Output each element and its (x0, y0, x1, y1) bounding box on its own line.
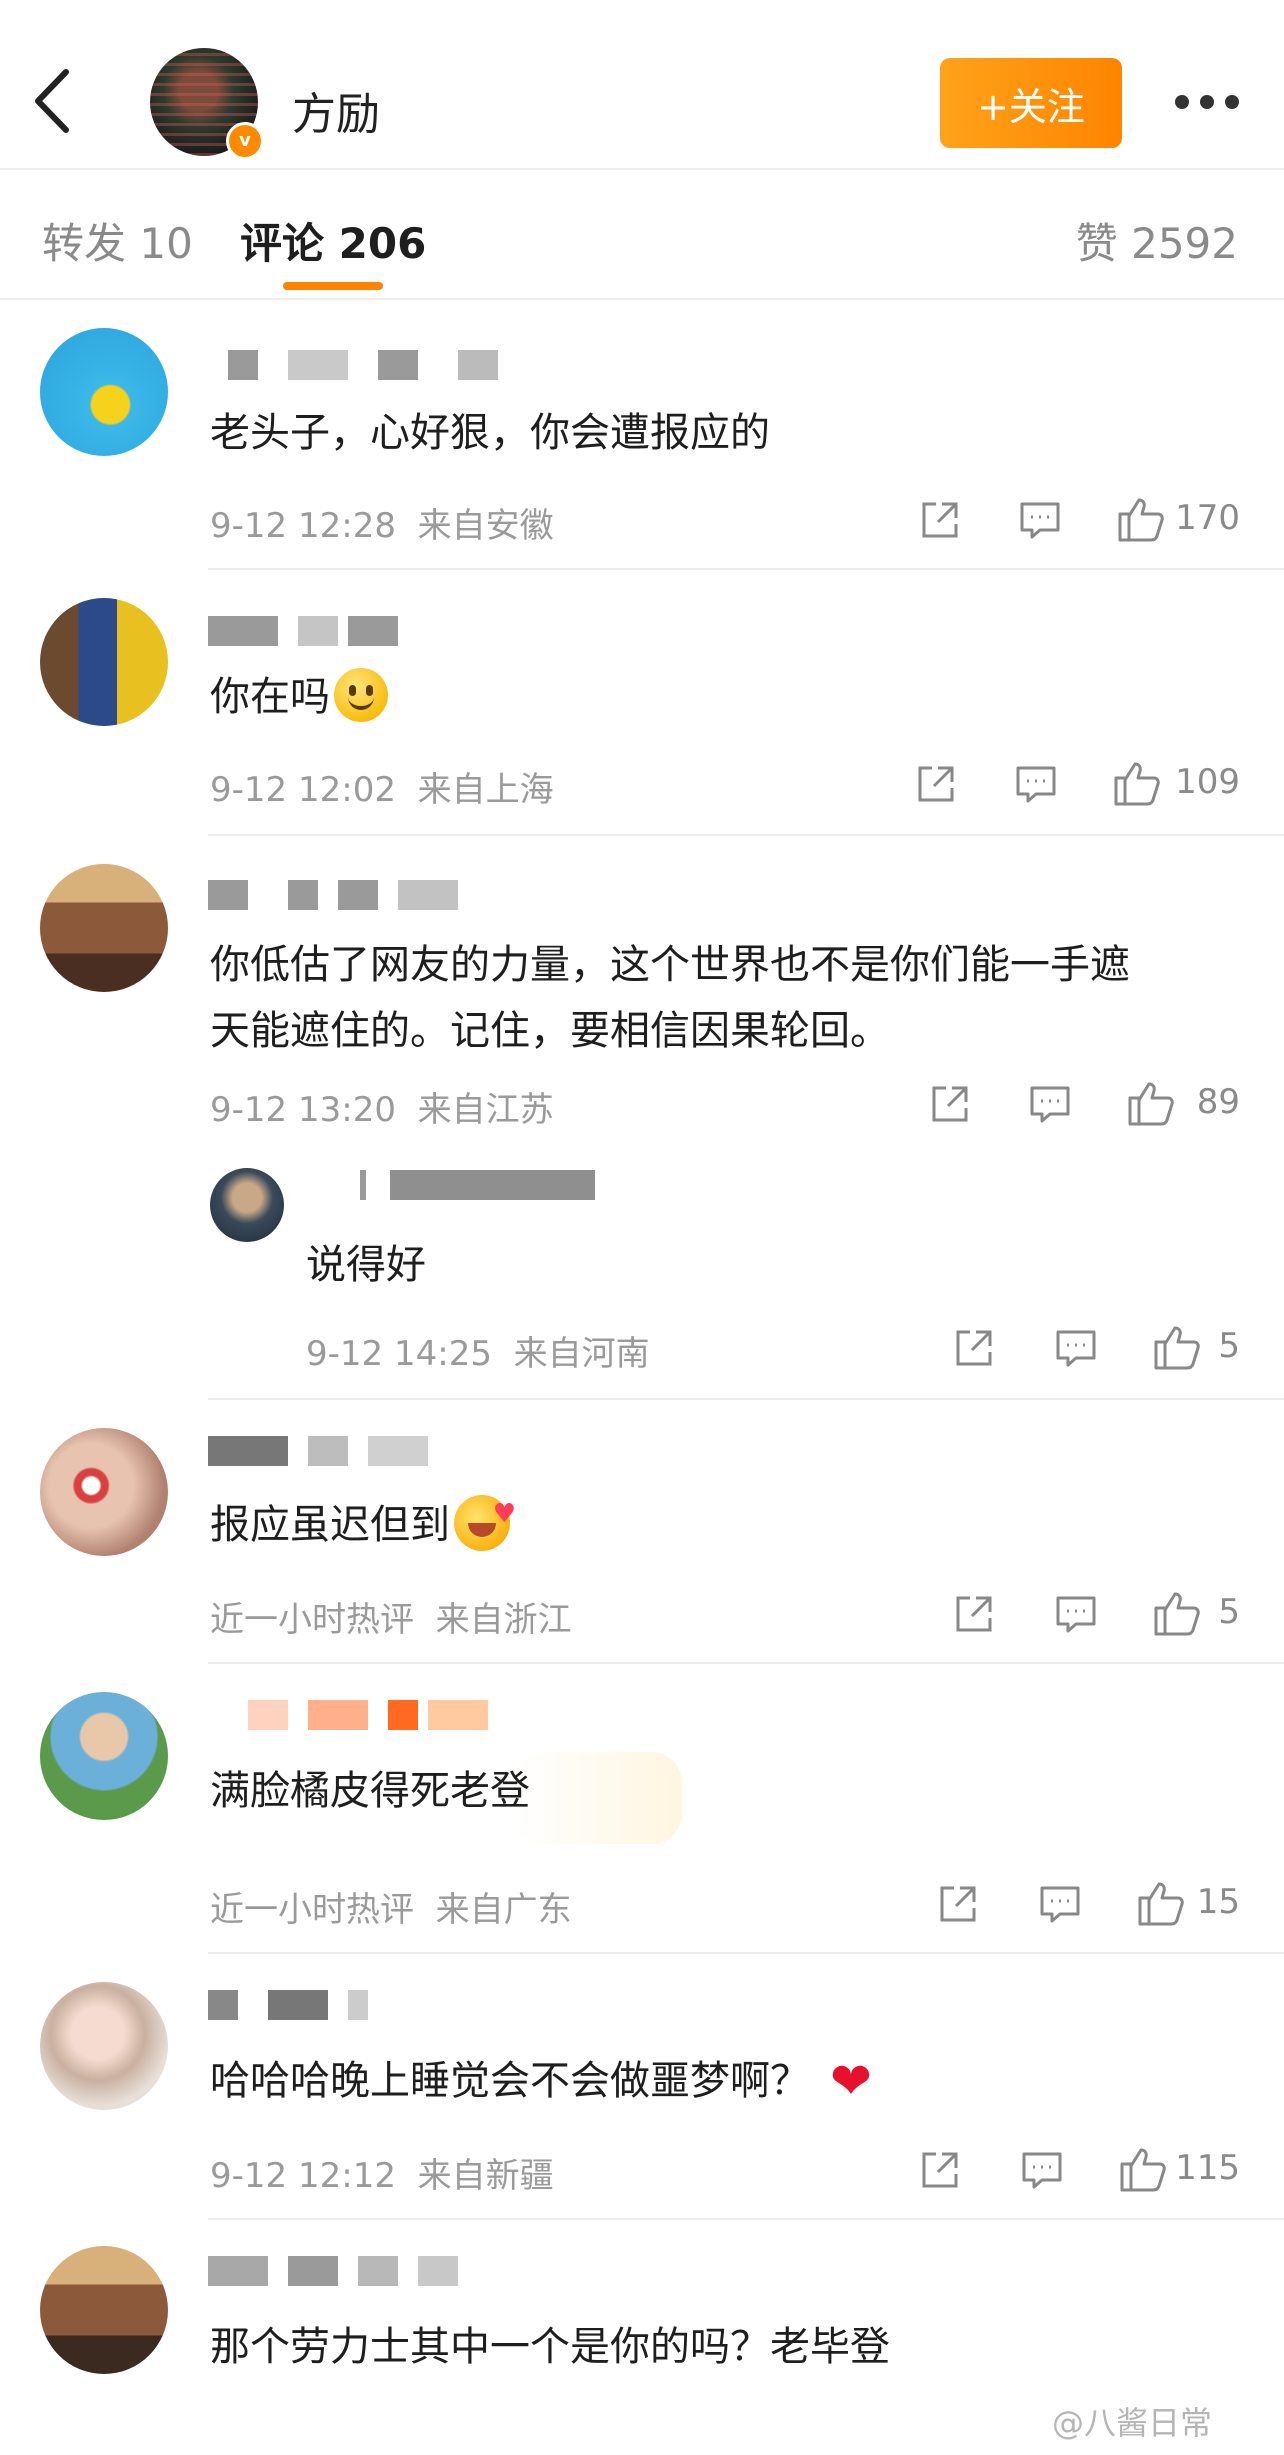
active-tab-indicator (283, 282, 383, 290)
commenter-avatar[interactable] (40, 1982, 168, 2110)
share-icon[interactable] (936, 1882, 980, 1926)
tab-like[interactable]: 赞 2592 (1076, 210, 1238, 271)
heart-emoji-icon: ❤ (830, 2052, 872, 2110)
comment-text: 满脸橘皮得死老登 (210, 1768, 530, 1814)
share-icon[interactable] (918, 2148, 962, 2192)
share-icon[interactable] (952, 1592, 996, 1636)
tab-comment[interactable]: 评论 206 (240, 210, 426, 271)
share-icon[interactable] (914, 762, 958, 806)
commenter-avatar[interactable] (40, 328, 168, 456)
comment-text: 你在吗 (210, 664, 388, 730)
username-mosaic (208, 1990, 398, 2020)
commenter-avatar[interactable] (40, 598, 168, 726)
comment-meta-time: 9-12 12:28 来自安徽 (210, 506, 554, 546)
comment-meta-time: 9-12 12:02 来自上海 (210, 770, 554, 810)
comment-meta-time: 近一小时热评 来自浙江 (210, 1600, 572, 1640)
author-name[interactable]: 方励 (292, 78, 380, 142)
like-count: 15 (1196, 1882, 1240, 1922)
comment-text: 哈哈哈晚上睡觉会不会做噩梦啊？ ❤ (210, 2052, 872, 2110)
tab-bar: 转发 10 评论 206 赞 2592 (0, 170, 1284, 300)
reply-icon[interactable] (1014, 762, 1058, 806)
like-count: 170 (1175, 498, 1240, 538)
divider (208, 568, 1284, 570)
divider (208, 2218, 1284, 2220)
commenter-avatar[interactable] (40, 1428, 168, 1556)
comment-meta-time: 近一小时热评 来自广东 (210, 1890, 572, 1930)
share-icon[interactable] (928, 1082, 972, 1126)
watermark: @八酱日常 (1052, 2404, 1213, 2442)
back-arrow-icon[interactable] (30, 66, 74, 136)
username-mosaic (208, 880, 458, 910)
like-count: 5 (1218, 1326, 1240, 1366)
love-face-emoji-icon (454, 1481, 516, 1551)
smile-emoji-icon (334, 668, 388, 722)
reply-icon[interactable] (1038, 1882, 1082, 1926)
divider (208, 1398, 1284, 1400)
like-count: 109 (1175, 762, 1240, 802)
username-mosaic (208, 350, 498, 380)
comment-text-line2: 天能遮住的。记住，要相信因果轮回。 (210, 1008, 890, 1054)
username-mosaic (208, 1700, 498, 1730)
commenter-avatar[interactable] (40, 864, 168, 992)
commenter-avatar[interactable] (40, 2246, 168, 2374)
reply-username-mosaic (360, 1170, 595, 1200)
verified-badge-icon: v (226, 122, 264, 160)
bee-sticker (512, 1752, 682, 1844)
like-count: 5 (1218, 1592, 1240, 1632)
commenter-avatar[interactable] (40, 1692, 168, 1820)
follow-button[interactable]: +关注 (940, 58, 1122, 148)
comment-meta-time: 9-12 13:20 来自江苏 (210, 1090, 554, 1130)
reply-avatar[interactable] (210, 1168, 284, 1242)
reply-icon[interactable] (1054, 1592, 1098, 1636)
like-icon[interactable] (1116, 494, 1166, 544)
username-mosaic (208, 2256, 458, 2286)
divider (208, 1662, 1284, 1664)
comment-meta-time: 9-12 12:12 来自新疆 (210, 2156, 554, 2196)
reply-icon[interactable] (1028, 1082, 1072, 1126)
like-count: 89 (1196, 1082, 1240, 1122)
divider (208, 1952, 1284, 1954)
reply-icon[interactable] (1020, 2148, 1064, 2192)
username-mosaic (208, 616, 398, 646)
username-mosaic (208, 1436, 438, 1466)
comment-text: 老头子，心好狠，你会遭报应的 (210, 410, 770, 456)
top-bar: v 方励 +关注 (0, 0, 1284, 170)
comment-text-line1: 你低估了网友的力量，这个世界也不是你们能一手遮 (210, 942, 1130, 988)
tab-repost[interactable]: 转发 10 (42, 210, 193, 271)
comment-text: 报应虽迟但到 (210, 1481, 516, 1558)
like-icon[interactable] (1112, 758, 1162, 808)
share-icon[interactable] (952, 1326, 996, 1370)
share-icon[interactable] (918, 498, 962, 542)
reply-icon[interactable] (1054, 1326, 1098, 1370)
divider (208, 834, 1284, 836)
reply-text: 说得好 (306, 1242, 426, 1288)
reply-meta-time: 9-12 14:25 来自河南 (306, 1334, 650, 1374)
like-count: 115 (1175, 2148, 1240, 2188)
comment-text: 那个劳力士其中一个是你的吗？老毕登 (210, 2324, 890, 2370)
more-options-icon[interactable] (1172, 90, 1242, 114)
reply-icon[interactable] (1018, 498, 1062, 542)
